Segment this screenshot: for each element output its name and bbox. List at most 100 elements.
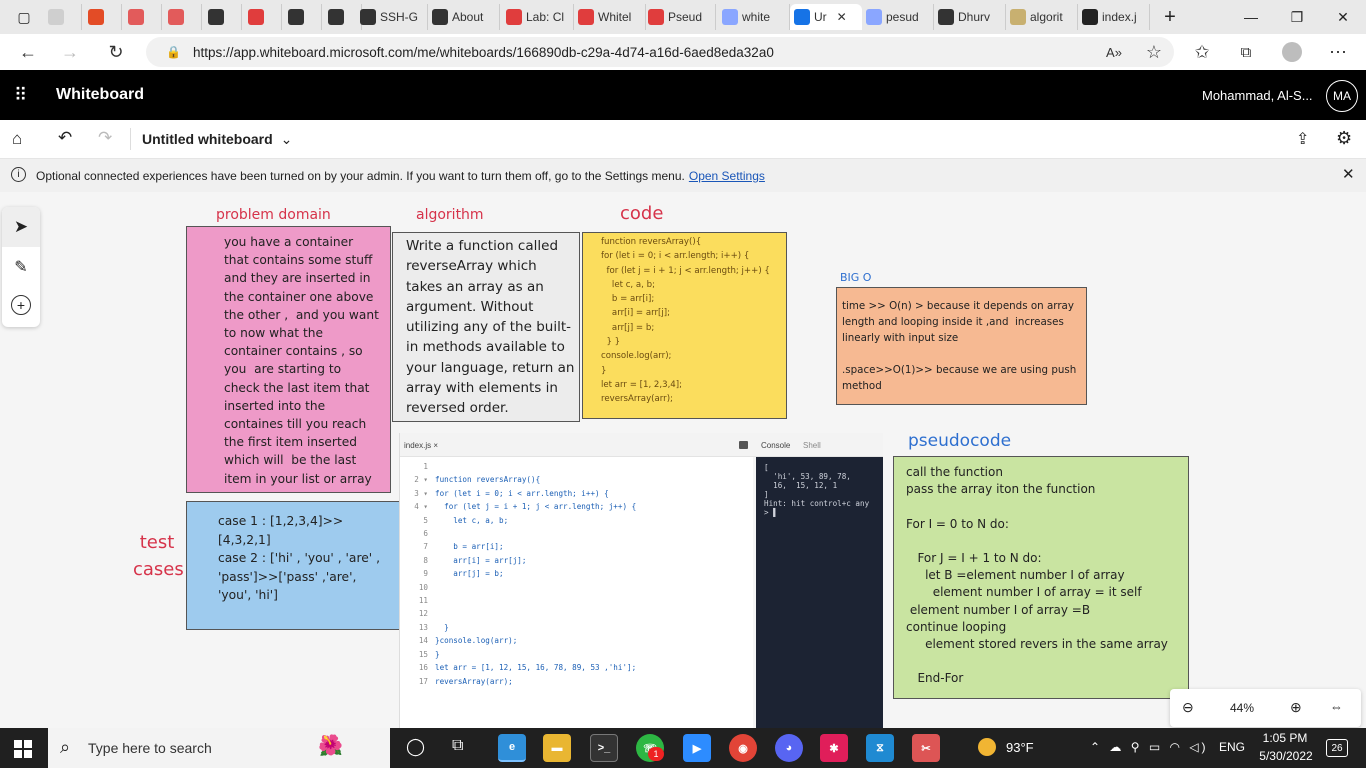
problem-domain-note[interactable]: you have a container that contains some s… [186,226,391,493]
browser-tab[interactable] [84,4,122,30]
zoom-in-icon[interactable]: ⊕ [1290,699,1302,716]
browser-tab[interactable] [244,4,282,30]
line-number: 17 [418,676,428,686]
clock-time[interactable]: 1:05 PM [1261,731,1309,745]
browser-tab[interactable] [204,4,242,30]
zoom-app-icon[interactable]: ▶ [683,734,711,762]
back-icon[interactable]: ← [14,38,42,66]
test-cases-note[interactable]: case 1 : [1,2,3,4]>> [4,3,2,1] case 2 : ['… [186,501,400,630]
board-title-dropdown[interactable]: Untitled whiteboard ⌄ [142,131,292,148]
close-window-icon[interactable]: ✕ [1320,0,1366,34]
minimize-icon[interactable]: — [1228,0,1274,34]
more-menu-icon[interactable]: ⋯ [1324,38,1352,66]
forward-icon[interactable]: → [56,38,84,66]
note-line: 'you', 'hi'] [218,588,278,602]
tab-favicon-icon [128,9,144,25]
undo-icon[interactable]: ↶ [58,128,72,148]
browser-tab[interactable] [44,4,82,30]
terminal-icon[interactable]: >_ [590,734,618,762]
tab-favicon-icon [1082,9,1098,25]
tab-favicon-icon [88,9,104,25]
language[interactable]: ENG [1219,740,1245,754]
editor-line-numbers: 1 2 ▾ 3 ▾ 4 ▾ 5 6 7 8 9 10 11 12 13 14 15 16 17 [406,460,428,688]
browser-tab[interactable]: Lab: Cl [502,4,574,30]
snip-tool-icon[interactable]: ✂ [912,734,940,762]
settings-gear-icon[interactable]: ⚙ [1336,128,1352,149]
chrome-icon[interactable]: ◉ [729,734,757,762]
pen-icon[interactable]: ✎ [2,249,40,285]
read-aloud-icon[interactable]: A» [1100,38,1128,66]
close-tab-icon[interactable]: ✕ [837,10,847,24]
clock-date[interactable]: 5/30/2022 [1255,749,1317,763]
bigo-note[interactable]: time >> O(n) > because it depends on arr… [836,287,1087,405]
browser-tab[interactable]: white [718,4,790,30]
notification-badge[interactable]: 26 [1326,739,1348,757]
share-icon[interactable]: ⇪ [1296,129,1309,149]
browser-tab[interactable]: Whitel [574,4,646,30]
note-line: reversed order. [406,400,509,417]
pseudocode-note[interactable]: call the function pass the array iton the… [893,456,1189,699]
note-line [906,533,1188,550]
console-tab[interactable]: Console [761,441,790,450]
code-line: b = arr[i]; [435,542,504,552]
redo-icon[interactable]: ↷ [98,128,112,148]
note-line: Write a function called [406,238,559,254]
pseudocode-title: pseudocode [908,431,1012,451]
browser-tab[interactable]: About [428,4,500,30]
shell-tab[interactable]: Shell [803,441,821,450]
browser-tab[interactable]: Ur ✕ [790,4,862,30]
profile-icon[interactable] [1278,38,1306,66]
browser-tab[interactable]: Dhurv [934,4,1006,30]
browser-tab[interactable] [284,4,322,30]
fit-to-screen-icon[interactable]: ⇔ [1330,699,1343,714]
app-launcher-icon[interactable]: ⠿ [14,85,28,106]
url-field[interactable]: 🔒 https://app.whiteboard.microsoft.com/m… [146,37,1174,67]
add-icon[interactable]: + [11,295,31,315]
tray-icons[interactable]: ⌃ ☁ ⚲ ▭ ◠ ◁) [1090,740,1209,754]
tab-favicon-icon [578,9,594,25]
browser-tab[interactable]: SSH-G [356,4,428,30]
note-line: case 1 : [1,2,3,4]>> [218,514,344,528]
select-pointer-icon[interactable]: ➤ [2,207,40,247]
vscode-icon[interactable]: ⧖ [866,734,894,762]
taskbar-search[interactable]: ⌕ Type here to search 🌺 [48,728,390,768]
temperature[interactable]: 93°F [1006,740,1034,755]
browser-tab[interactable] [124,4,162,30]
browser-tab[interactable] [164,4,202,30]
editor-image[interactable]: index.js × 1 2 ▾ 3 ▾ 4 ▾ 5 6 7 8 9 10 11 12 13 14 15 16… [399,433,754,728]
file-explorer-icon[interactable]: ▬ [543,734,571,762]
note-line: reverseArray which [406,258,537,275]
browser-tab[interactable]: algorit [1006,4,1078,30]
close-icon[interactable]: ✕ [1342,165,1355,183]
collections-icon[interactable]: ⧉ [1232,38,1260,66]
open-settings-link[interactable]: Open Settings [689,169,765,183]
favorites-icon[interactable]: ✩ [1188,38,1216,66]
console-line: 'hi', 53, 89, 78, [764,472,851,481]
slack-icon[interactable]: ✱ [820,734,848,762]
restore-icon[interactable]: ❐ [1274,0,1320,34]
avatar[interactable]: MA [1326,80,1358,112]
editor-code: function reversArray(){for (let i = 0; i… [435,460,636,688]
refresh-icon[interactable]: ↻ [102,38,130,66]
zoom-out-icon[interactable]: ⊖ [1182,699,1194,716]
browser-tab[interactable]: Pseud [644,4,716,30]
tab-actions-icon[interactable]: ▢ [4,0,44,34]
new-tab-icon[interactable]: + [1155,0,1185,34]
code-note[interactable]: function reversArray(){for (let i = 0; i… [582,232,787,419]
tab-favicon-icon [208,9,224,25]
discord-icon[interactable]: ◕ [775,734,803,762]
tab-favicon-icon [722,9,738,25]
add-favorite-icon[interactable]: ☆ [1140,38,1168,66]
edge-icon[interactable]: e [498,734,526,762]
code-line: for (let j = i + 1; j < arr.length; j++)… [601,265,770,276]
algorithm-note[interactable]: Write a function called reverseArray whic… [392,232,580,422]
cortana-icon[interactable]: ◯ [406,737,425,757]
home-icon[interactable]: ⌂ [12,129,22,149]
browser-tab[interactable]: pesud [862,4,934,30]
browser-tab[interactable]: index.j [1078,4,1150,30]
line-number: 13 [418,622,428,632]
start-icon[interactable] [14,740,32,758]
task-view-icon[interactable]: ⧉ [452,737,463,755]
